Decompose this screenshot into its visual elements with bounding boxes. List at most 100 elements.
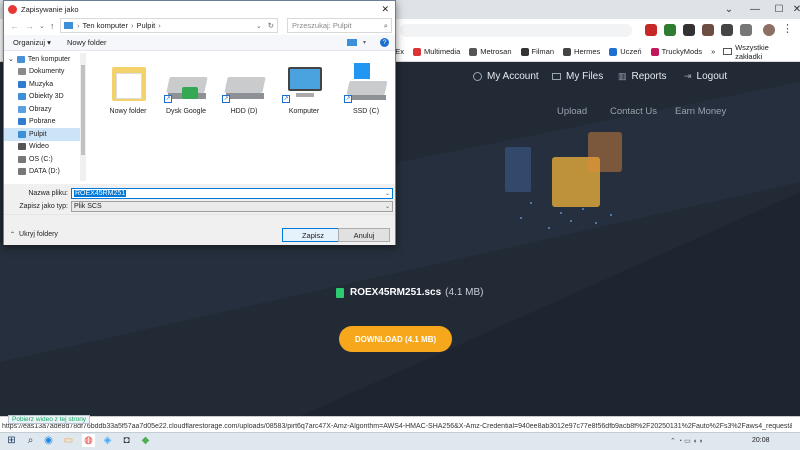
breadcrumb-item[interactable]: Pulpit [136, 21, 155, 30]
list-item[interactable]: ↗ SSD (C) [336, 61, 396, 115]
up-icon[interactable]: ↑ [50, 21, 55, 31]
extension-icon[interactable] [645, 24, 657, 36]
tree-item[interactable]: Obrazy [4, 103, 83, 116]
chevron-down-icon[interactable]: ⌄ [8, 55, 14, 63]
drive-icon: ↗ [222, 61, 266, 105]
bookmark-icon [609, 47, 618, 56]
chevron-down-icon[interactable]: ▾ [363, 39, 366, 46]
filename-input[interactable]: ROEX45RM251 ⌄ [71, 188, 393, 199]
bookmark-icon [563, 47, 572, 56]
folder-icon [552, 73, 561, 80]
extension-icon[interactable] [702, 24, 714, 36]
puzzle-icon[interactable] [740, 24, 752, 36]
explorer-icon[interactable]: ▭ [62, 434, 75, 447]
view-icon[interactable] [346, 39, 357, 46]
tree-item[interactable]: Dokumenty [4, 66, 83, 79]
hide-folders-toggle[interactable]: ⌃ Ukryj foldery [10, 231, 58, 238]
chevron-up-icon: ⌃ [10, 232, 16, 238]
bookmark-item[interactable]: Multimedia [412, 47, 460, 56]
close-icon[interactable]: ✕ [381, 4, 389, 15]
chevron-down-icon[interactable]: ⌄ [716, 0, 742, 19]
chrome-icon[interactable]: ◍ [82, 434, 95, 447]
folder-icon [106, 61, 150, 105]
tree-item[interactable]: OS (C:) [4, 153, 83, 166]
forward-icon[interactable]: → [25, 21, 34, 31]
bookmark-icon [469, 47, 478, 56]
bookmark-item[interactable]: Filman [520, 47, 554, 56]
desktop-icon [18, 130, 26, 138]
list-item[interactable]: ↗ HDD (D) [214, 61, 274, 115]
all-bookmarks[interactable]: Wszystkie zakładki [723, 43, 796, 61]
tree-item[interactable]: Muzyka [4, 78, 83, 91]
save-dialog: Zapisywanie jako ✕ ← → ⌄ ↑ › Ten kompute… [3, 0, 396, 245]
app-icon[interactable]: ◈ [101, 434, 114, 447]
chevron-down-icon[interactable]: ⌄ [39, 22, 45, 30]
search-icon[interactable]: ⌕ [24, 434, 37, 447]
list-item[interactable]: ↗ Komputer [274, 61, 334, 115]
extension-icon[interactable] [664, 24, 676, 36]
tree-item[interactable]: DATA (D:) [4, 166, 83, 179]
chrome-icon [8, 4, 17, 14]
close-icon[interactable]: ✕ [784, 0, 800, 19]
edge-icon[interactable]: ◉ [42, 434, 55, 447]
dialog-titlebar: Zapisywanie jako ✕ [4, 1, 395, 17]
avatar[interactable] [763, 24, 775, 36]
chart-icon: ▥ [618, 71, 627, 81]
filename-label: Nazwa pliku: [28, 190, 68, 197]
nav-logout[interactable]: ⇥ Logout [684, 71, 727, 82]
minimize-icon[interactable]: — [742, 0, 768, 19]
chevron-down-icon[interactable]: ⌄ [256, 22, 262, 30]
drive-icon [18, 155, 26, 163]
app-icon[interactable]: ◆ [139, 434, 152, 447]
list-item[interactable]: Nowy folder [98, 61, 158, 115]
nav-my-files[interactable]: My Files [552, 71, 603, 82]
tree-item[interactable]: Pobrane [4, 116, 83, 129]
breadcrumb[interactable]: › Ten komputer › Pulpit › ⌄ ↻ [60, 18, 278, 33]
bookmark-item[interactable]: Uczeń [609, 47, 642, 56]
omnibox[interactable] [400, 24, 632, 37]
tree-item[interactable]: Obiekty 3D [4, 91, 83, 104]
tray-icons[interactable]: ⌃◔▭◖◗ [670, 437, 742, 445]
bookmark-item[interactable]: TruckyMods [650, 47, 702, 56]
breadcrumb-item[interactable]: Ten komputer [83, 21, 128, 30]
savetype-select[interactable]: Plik SCS ⌄ [71, 201, 393, 212]
status-url: https://eas13a7ade8d78df76bddb33a5f57aa7… [2, 423, 792, 430]
cancel-button[interactable]: Anuluj [338, 228, 390, 242]
start-icon[interactable]: ⊞ [5, 434, 18, 447]
bookmark-icon [520, 47, 529, 56]
tree-item[interactable]: Wideo [4, 141, 83, 154]
refresh-icon[interactable]: ↻ [268, 21, 274, 30]
computer-icon: ↗ [282, 61, 326, 105]
pictures-icon [18, 105, 26, 113]
help-icon[interactable]: ? [380, 38, 389, 47]
extension-icon[interactable] [683, 24, 695, 36]
save-button[interactable]: Zapisz [282, 228, 344, 242]
nav-my-account[interactable]: My Account [473, 71, 539, 82]
chevron-down-icon[interactable]: ⌄ [385, 190, 390, 197]
drive-icon [18, 168, 26, 176]
nav-upload[interactable]: Upload [557, 106, 587, 117]
extension-icon[interactable] [721, 24, 733, 36]
bookmarks-more[interactable]: » [711, 47, 715, 56]
list-item[interactable]: ↗ Dysk Google [156, 61, 216, 115]
menu-icon[interactable]: ⋮ [782, 24, 793, 36]
nav-contact-us[interactable]: Contact Us [610, 106, 657, 117]
bookmark-item[interactable]: Metrosan [469, 47, 512, 56]
nav-earn-money[interactable]: Earn Money [675, 106, 726, 117]
tree-item[interactable]: Pulpit [4, 128, 83, 141]
back-icon[interactable]: ← [10, 21, 19, 31]
download-button[interactable]: DOWNLOAD (4.1 MB) [339, 326, 452, 352]
logout-icon: ⇥ [684, 71, 692, 81]
download-video-strip[interactable]: Pobierz wideo z tej strony [8, 415, 91, 424]
bookmark-item[interactable]: Hermes [563, 47, 600, 56]
organize-button[interactable]: Organizuj ▾ [13, 38, 51, 47]
drive-icon: ↗ [344, 61, 388, 105]
nav-reports[interactable]: ▥ Reports [618, 71, 667, 82]
app-icon[interactable]: ◘ [120, 434, 133, 447]
tree-scrollbar[interactable] [80, 53, 86, 181]
music-icon [18, 80, 26, 88]
tree-item[interactable]: ⌄ Ten komputer [4, 53, 83, 66]
bookmark-icon [650, 47, 659, 56]
new-folder-button[interactable]: Nowy folder [67, 38, 107, 47]
search-input[interactable]: Przeszukaj: Pulpit ⌕ [287, 18, 392, 33]
